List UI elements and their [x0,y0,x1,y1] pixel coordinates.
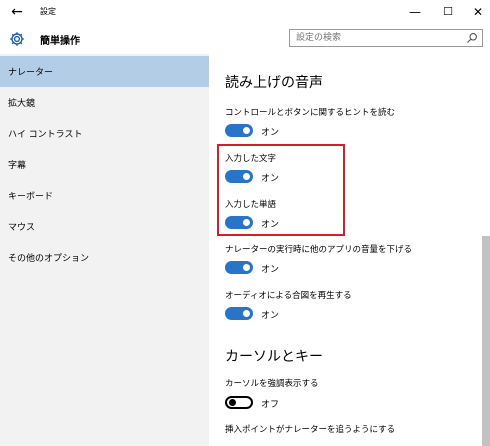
window-title: 設定 [40,7,56,16]
sidebar-item-other-options[interactable]: その他のオプション [0,242,209,273]
section-title-voice: 読み上げの音声 [225,75,323,91]
page-title: 簡単操作 [40,36,80,47]
sidebar-item-keyboard[interactable]: キーボード [0,180,209,211]
toggle-knob [243,310,250,317]
search-icon[interactable] [466,32,478,44]
sidebar-item-label: マウス [8,223,36,233]
toggle-highlight-cursor[interactable] [225,396,253,409]
sidebar-item-label: 拡大鏡 [8,99,36,109]
toggle-knob [229,399,236,406]
gear-icon [10,32,24,46]
close-button[interactable]: ✕ [469,4,487,20]
toggle-state-label: オン [261,128,280,138]
toggle-knob [243,127,250,134]
sidebar-item-mouse[interactable]: マウス [0,211,209,242]
sidebar-item-high-contrast[interactable]: ハイ コントラスト [0,118,209,149]
toggle-read-hints[interactable] [225,124,253,137]
setting-label: コントロールとボタンに関するヒントを読む [225,108,396,118]
toggle-state-label: オン [261,311,280,321]
sidebar-item-label: ハイ コントラスト [8,130,83,140]
minimize-button[interactable]: — [406,4,424,20]
toggle-lower-volume[interactable] [225,261,253,274]
section-title-cursor-keys: カーソルとキー [225,349,323,365]
highlight-box [217,144,345,236]
scrollbar[interactable] [482,236,490,446]
sidebar-item-narrator[interactable]: ナレーター [0,56,209,87]
setting-label: カーソルを強調表示する [225,379,319,389]
toggle-audio-cues[interactable] [225,307,253,320]
sidebar-item-label: ナレーター [8,68,54,78]
toggle-state-label: オン [261,265,280,275]
setting-label: ナレーターの実行時に他のアプリの音量を下げる [225,245,413,255]
back-button[interactable]: ← [6,3,28,21]
toggle-knob [243,264,250,271]
search-input[interactable] [296,32,456,44]
sidebar-item-label: その他のオプション [8,254,90,264]
sidebar-item-label: 字幕 [8,161,27,171]
setting-label: 挿入ポイントがナレーターを追うようにする [225,425,396,435]
toggle-state-label: オフ [261,400,280,410]
title-bar: ← 設定 — ☐ ✕ [0,0,490,24]
sidebar-item-label: キーボード [8,192,54,202]
maximize-button[interactable]: ☐ [439,4,457,20]
sidebar: ナレーター 拡大鏡 ハイ コントラスト 字幕 キーボード マウス その他のオプシ… [0,54,209,446]
search-box[interactable] [289,29,483,47]
sidebar-item-magnifier[interactable]: 拡大鏡 [0,87,209,118]
sidebar-item-captions[interactable]: 字幕 [0,149,209,180]
page-header: 簡単操作 [0,24,490,54]
setting-label: オーディオによる合図を再生する [225,291,352,301]
main-content: 読み上げの音声 コントロールとボタンに関するヒントを読む オン 入力した文字 オ… [209,54,490,446]
